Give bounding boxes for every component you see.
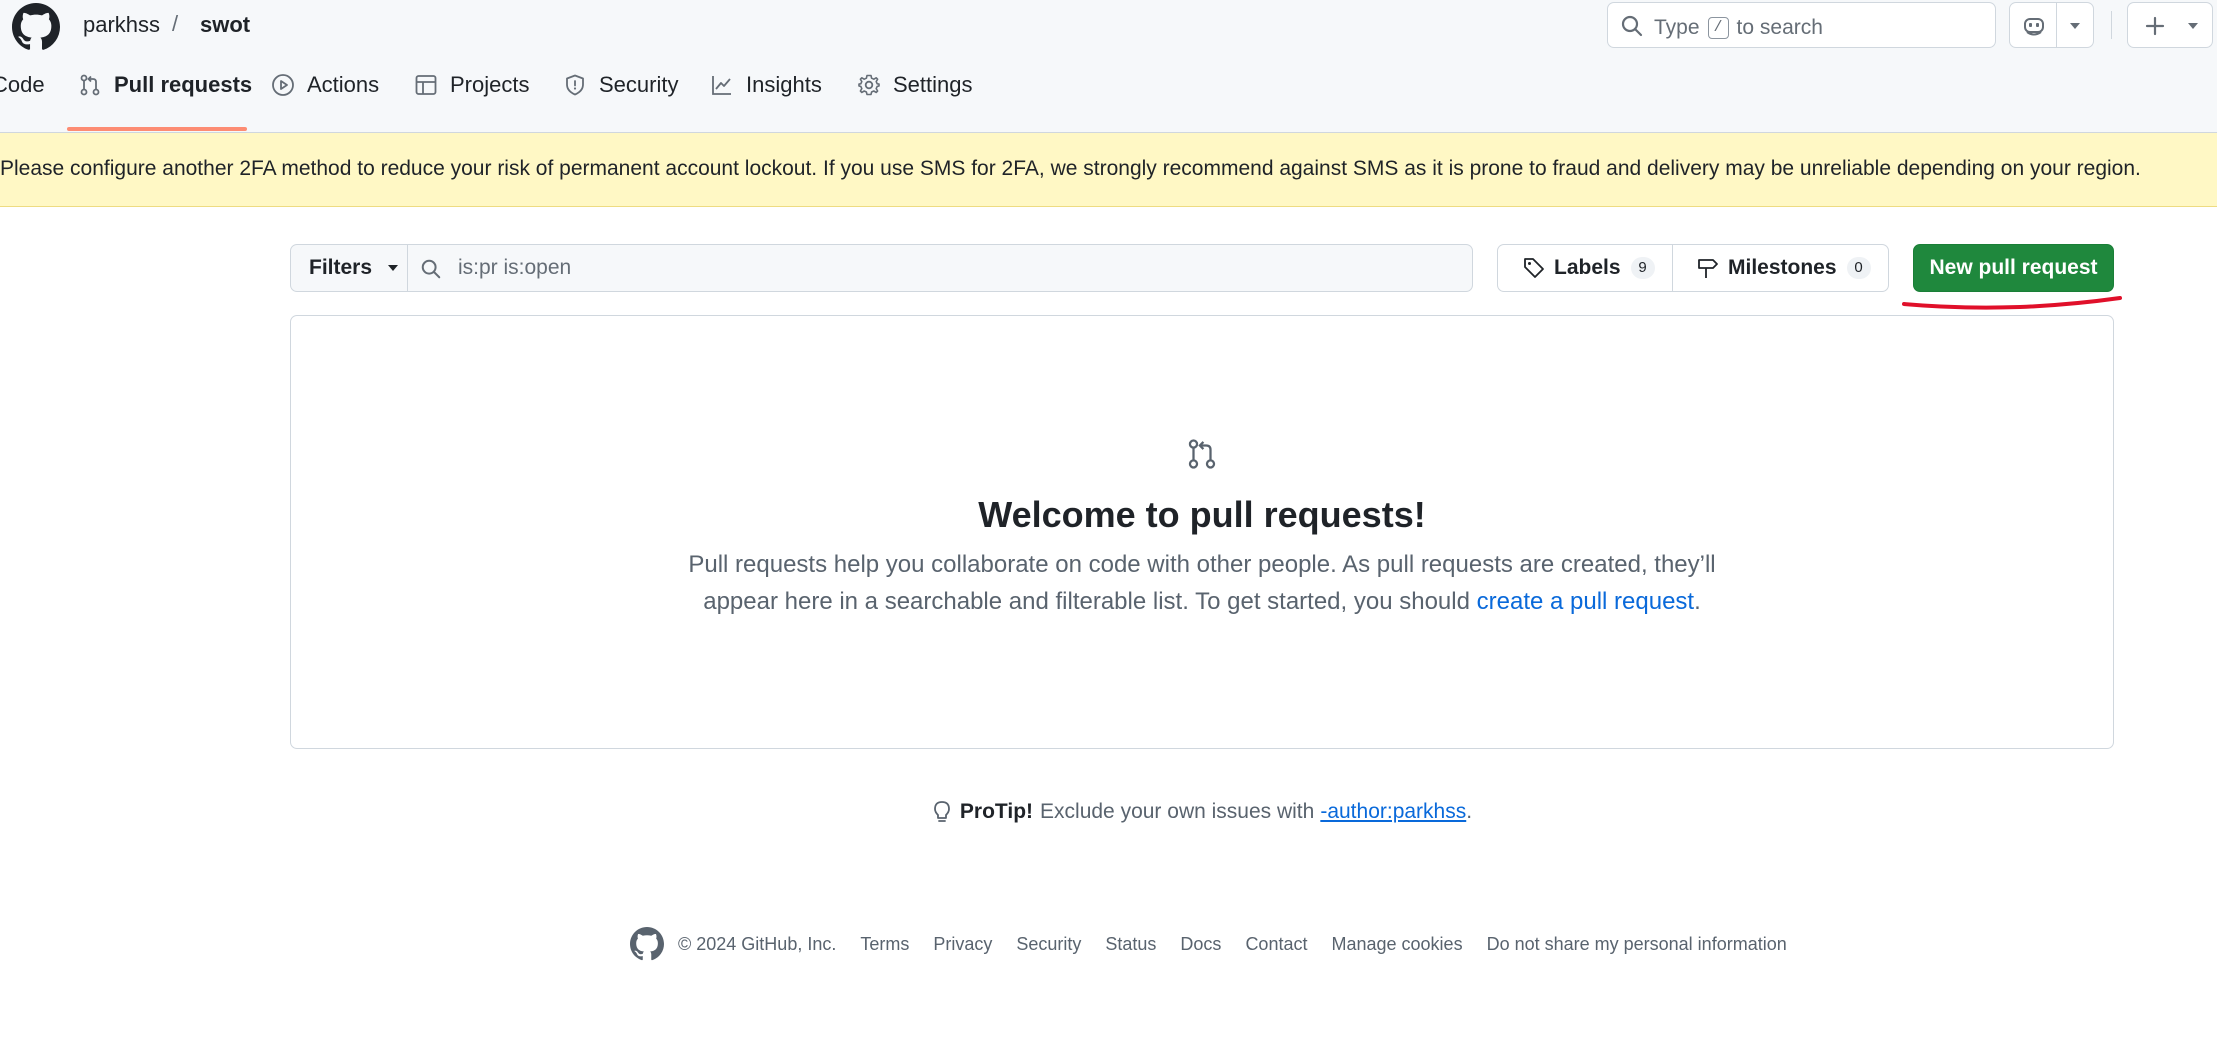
create-pull-request-link[interactable]: create a pull request: [1477, 588, 1694, 615]
milestones-label: Milestones: [1728, 256, 1837, 279]
global-search-input[interactable]: Type / to search: [1607, 2, 1996, 48]
labels-milestones-group: Labels 9 Milestones 0: [1497, 244, 1889, 292]
footer-link-terms[interactable]: Terms: [860, 934, 909, 955]
labels-button[interactable]: Labels 9: [1522, 245, 1655, 291]
protip-label: ProTip!: [959, 800, 1034, 823]
tab-code-label: Code: [0, 72, 45, 97]
footer-link-contact[interactable]: Contact: [1245, 934, 1307, 955]
milestones-button[interactable]: Milestones 0: [1696, 245, 1871, 291]
tab-pull-requests[interactable]: Pull requests: [78, 72, 252, 126]
search-icon: [1621, 15, 1643, 37]
tag-icon: [1524, 258, 1544, 278]
repo-header: parkhss / swot Type / to search ode Pull…: [0, 0, 2217, 133]
git-pull-request-icon: [1188, 439, 1216, 469]
footer-link-status[interactable]: Status: [1105, 934, 1156, 955]
plus-icon: [2145, 16, 2165, 36]
search-placeholder-prefix: Type: [1654, 16, 1700, 39]
footer-link-docs[interactable]: Docs: [1180, 934, 1221, 955]
footer-link-security[interactable]: Security: [1016, 934, 1081, 955]
copilot-button[interactable]: [2009, 2, 2094, 48]
milestone-icon: [1698, 259, 1718, 278]
create-new-button[interactable]: [2127, 2, 2213, 48]
protip-period: .: [1466, 800, 1473, 823]
chevron-down-icon: [2188, 23, 2198, 29]
search-shortcut-key: /: [1707, 17, 1729, 39]
protip: ProTip! Exclude your own issues with -au…: [0, 800, 2217, 824]
breadcrumb-owner[interactable]: parkhss: [83, 12, 160, 38]
search-placeholder-suffix: to search: [1736, 16, 1823, 39]
play-icon: [272, 74, 294, 96]
footer-link-privacy[interactable]: Privacy: [933, 934, 992, 955]
labels-label: Labels: [1554, 256, 1621, 279]
banner-text: Please configure another 2FA method to r…: [0, 157, 2141, 180]
header-divider: [2111, 11, 2112, 39]
tab-insights-label: Insights: [746, 72, 822, 97]
red-underline-annotation: [1902, 296, 2122, 310]
protip-text: Exclude your own issues with: [1040, 800, 1315, 823]
milestones-count: 0: [1846, 257, 1871, 279]
pull-request-search-field[interactable]: [407, 244, 1473, 292]
blankslate-description-line2-text: appear here in a searchable and filterab…: [703, 588, 1470, 615]
tab-settings[interactable]: Settings: [857, 72, 973, 126]
labels-count: 9: [1630, 257, 1655, 279]
graph-icon: [712, 76, 731, 95]
tab-code[interactable]: Code: [0, 72, 45, 126]
footer-link-manage-cookies[interactable]: Manage cookies: [1331, 934, 1462, 955]
chevron-down-icon[interactable]: [2068, 20, 2082, 32]
active-tab-indicator: [67, 127, 247, 131]
labels-milestones-divider: [1672, 245, 1673, 291]
search-icon: [421, 259, 441, 279]
breadcrumb-separator: /: [172, 11, 179, 36]
tab-security-label: Security: [599, 72, 679, 97]
blankslate-description-line2: appear here in a searchable and filterab…: [291, 583, 2113, 620]
tab-actions-label: Actions: [307, 72, 380, 97]
tab-settings-label: Settings: [893, 72, 973, 97]
filters-label: Filters: [309, 256, 373, 279]
copilot-icon: [2024, 18, 2044, 36]
light-bulb-icon: [934, 801, 950, 822]
blankslate-title: Welcome to pull requests!: [978, 494, 1426, 535]
blankslate-description-line1: Pull requests help you collaborate on co…: [688, 551, 1716, 578]
tab-pull-requests-label: Pull requests: [114, 72, 253, 97]
2fa-warning-banner: Please configure another 2FA method to r…: [0, 133, 2217, 207]
new-pull-request-button[interactable]: New pull request: [1913, 244, 2114, 292]
breadcrumb-repo[interactable]: swot: [200, 12, 250, 38]
tab-security[interactable]: Security: [563, 72, 678, 126]
blankslate-description-period: .: [1694, 588, 1701, 615]
tab-projects-label: Projects: [450, 72, 530, 97]
footer-link-do-not-share[interactable]: Do not share my personal information: [1487, 934, 1787, 955]
filters-button[interactable]: Filters: [290, 244, 408, 292]
github-logo-icon[interactable]: [12, 3, 60, 51]
tab-projects[interactable]: Projects: [414, 72, 529, 126]
table-icon: [415, 75, 437, 95]
author-filter-link[interactable]: -author:parkhss: [1320, 800, 1466, 824]
tab-actions[interactable]: Actions: [271, 72, 379, 126]
gear-icon: [858, 74, 880, 96]
blankslate-panel: Welcome to pull requests! Pull requests …: [290, 315, 2114, 749]
git-pull-request-icon: [80, 74, 100, 96]
tab-insights[interactable]: Insights: [710, 72, 822, 126]
copilot-divider: [2056, 3, 2057, 47]
footer-copyright: © 2024 GitHub, Inc.: [678, 933, 837, 954]
search-placeholder: Type / to search: [1654, 16, 1823, 40]
pull-request-search-input[interactable]: [456, 253, 1436, 283]
chevron-down-icon: [388, 265, 399, 271]
blankslate-description: Pull requests help you collaborate on co…: [291, 546, 2113, 620]
page-footer: © 2024 GitHub, Inc. Terms Privacy Securi…: [630, 926, 1787, 962]
shield-icon: [566, 74, 584, 96]
github-logo-icon[interactable]: [630, 927, 664, 961]
